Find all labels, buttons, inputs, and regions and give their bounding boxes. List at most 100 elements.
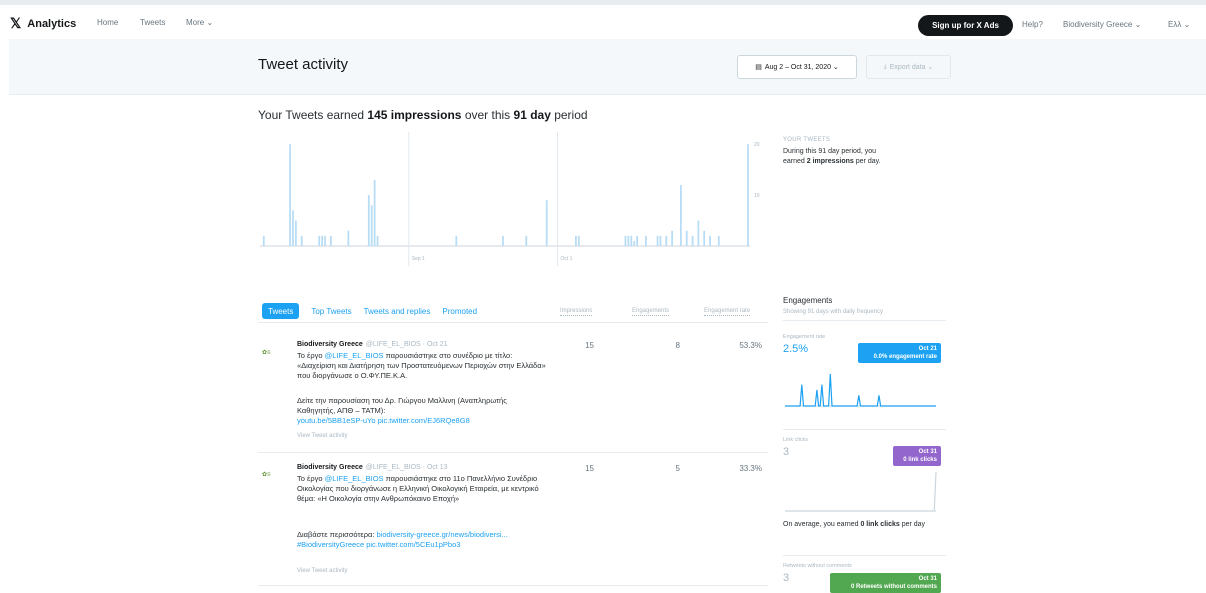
note-bold: 0 link clicks	[860, 521, 900, 528]
tweet-paragraph: Δείτε την παρουσίαση του Δρ. Γιώργου Μαλ…	[297, 396, 547, 426]
impressions-bar[interactable]	[624, 235, 627, 246]
link-clicks-sparkline[interactable]	[783, 468, 938, 513]
tab-top-tweets[interactable]: Top Tweets	[311, 303, 351, 319]
impressions-bar[interactable]	[691, 235, 694, 246]
impressions-bar[interactable]	[292, 210, 294, 246]
tweet-text: Το έργο @LIFE_EL_BIOS παρουσιάστηκε στο …	[297, 351, 547, 381]
impressions-bar[interactable]	[630, 235, 633, 246]
impressions-bar[interactable]	[295, 220, 297, 246]
impressions-bar[interactable]	[545, 200, 548, 246]
tweet-mention[interactable]: @LIFE_EL_BIOS	[325, 351, 384, 360]
tweet-paragraph: Διαβάστε περισσότερα: biodiversity-greec…	[297, 530, 547, 550]
impressions-bar[interactable]	[685, 230, 688, 246]
impressions-bar[interactable]	[577, 235, 580, 246]
tweet-para2: Διαβάστε περισσότερα:	[297, 530, 375, 539]
x-tick-label: Sep 1	[412, 256, 425, 262]
impressions-bar[interactable]	[370, 205, 373, 246]
impressions-bar[interactable]	[717, 235, 720, 246]
engagement-rate-value: 2.5%	[783, 343, 809, 355]
tweet-engagements: 5	[675, 464, 680, 473]
card-divider	[783, 555, 946, 556]
col-impressions[interactable]: Impressions	[560, 308, 593, 316]
impressions-bar[interactable]	[318, 235, 321, 246]
x-tick-label: Oct 1	[561, 256, 573, 262]
tweet-link[interactable]: youtu.be/5BB1eSP-uYo pic.twitter.com/EJ6…	[297, 416, 470, 425]
tweet-text-pre: Το έργο	[297, 474, 325, 483]
account-menu[interactable]: Biodiversity Greece ⌄	[1063, 20, 1141, 29]
nav-home[interactable]: Home	[97, 18, 118, 27]
impressions-bar[interactable]	[289, 144, 291, 246]
page-header	[9, 39, 1206, 95]
impressions-bar[interactable]	[680, 184, 682, 246]
avatar: ✿≡	[262, 350, 271, 356]
col-engagement-rate[interactable]: Engagement rate	[704, 308, 751, 316]
tweet-author: Biodiversity Greece @LIFE_EL_BIOS · Oct 1…	[297, 464, 448, 471]
tweet-text: Το έργο @LIFE_EL_BIOS παρουσιάστηκε στο …	[297, 474, 547, 504]
impressions-bar[interactable]	[709, 235, 711, 246]
view-tweet-activity[interactable]: View Tweet activity	[297, 433, 347, 439]
summary-days: 91 day	[513, 108, 551, 122]
impressions-bar[interactable]	[324, 235, 326, 246]
impressions-bar[interactable]	[330, 235, 332, 246]
download-icon: ⤓	[883, 63, 887, 70]
row-divider	[258, 585, 768, 586]
tweet-impressions: 15	[585, 464, 594, 473]
view-tweet-activity[interactable]: View Tweet activity	[297, 568, 347, 574]
tweet-engagement-rate: 33.3%	[739, 464, 762, 473]
impressions-bar[interactable]	[502, 235, 504, 246]
tweet-text-pre: Το έργο	[297, 351, 325, 360]
impressions-bar[interactable]	[373, 179, 376, 246]
tab-promoted[interactable]: Promoted	[442, 303, 477, 319]
tab-tweets-and-replies[interactable]: Tweets and replies	[364, 303, 431, 319]
summary-impressions: 145 impressions	[367, 108, 462, 122]
tweet-engagement-rate: 53.3%	[739, 341, 762, 350]
impressions-bar[interactable]	[665, 235, 668, 246]
language-menu[interactable]: Eλλ ⌄	[1168, 20, 1190, 29]
impressions-bar[interactable]	[455, 235, 458, 246]
tweet-author: Biodiversity Greece @LIFE_EL_BIOS · Oct 2…	[297, 341, 448, 348]
impressions-bar[interactable]	[347, 230, 350, 246]
impressions-bar[interactable]	[703, 230, 706, 246]
retweets-tag-text: 0 Retweets without comments	[850, 584, 937, 590]
impressions-bar[interactable]	[747, 144, 749, 246]
link-clicks-note: On average, you earned 0 link clicks per…	[783, 519, 933, 530]
nav-more[interactable]: More ⌄	[186, 18, 213, 27]
impressions-bar[interactable]	[656, 235, 659, 246]
impressions-bar[interactable]	[376, 235, 379, 246]
signup-ads-button[interactable]: Sign up for X Ads	[918, 15, 1013, 36]
your-tweets-text: During this 91 day period, you earned 2 …	[783, 147, 893, 167]
tweet-para2: Δείτε την παρουσίαση του Δρ. Γιώργου Μαλ…	[297, 396, 507, 415]
y-tick-label: 20	[754, 142, 760, 148]
logo[interactable]: 𝕏 Analytics	[10, 15, 76, 32]
nav-tweets[interactable]: Tweets	[140, 18, 165, 27]
link-clicks-label: Link clicks	[783, 437, 809, 443]
impressions-bar[interactable]	[671, 230, 673, 246]
impressions-bar[interactable]	[636, 235, 638, 246]
impressions-bar[interactable]	[367, 195, 370, 246]
impressions-bar[interactable]	[697, 220, 700, 246]
link-clicks-value: 3	[783, 446, 790, 458]
sparkline-path	[785, 373, 936, 407]
impressions-bar[interactable]	[321, 235, 323, 246]
impressions-bar[interactable]	[300, 235, 303, 246]
engagements-divider	[783, 320, 946, 321]
impressions-bar[interactable]	[262, 235, 265, 246]
impressions-bar[interactable]	[525, 235, 528, 246]
help-link[interactable]: Help?	[1022, 20, 1043, 29]
date-range-label: Aug 2 – Oct 31, 2020 ⌄	[764, 64, 839, 71]
engagement-rate-sparkline[interactable]	[783, 370, 938, 408]
row-divider	[258, 452, 768, 453]
impressions-bar[interactable]	[627, 235, 630, 246]
col-engagements[interactable]: Engagements	[632, 308, 670, 316]
date-range-button[interactable]: ▤ Aug 2 – Oct 31, 2020 ⌄	[737, 55, 857, 79]
impressions-bar[interactable]	[633, 240, 636, 246]
impressions-chart[interactable]: 20 10 Sep 1 Oct 1	[258, 132, 770, 277]
impressions-bar[interactable]	[575, 235, 577, 246]
tweet-mention[interactable]: @LIFE_EL_BIOS	[325, 474, 384, 483]
tab-tweets[interactable]: Tweets	[262, 303, 300, 319]
impressions-bar[interactable]	[659, 235, 662, 246]
export-data-button[interactable]: ⤓ Export data ⌄	[866, 55, 951, 79]
page-title: Tweet activity	[258, 56, 349, 73]
engagements-title: Engagements	[783, 296, 833, 305]
impressions-bar[interactable]	[645, 235, 647, 246]
